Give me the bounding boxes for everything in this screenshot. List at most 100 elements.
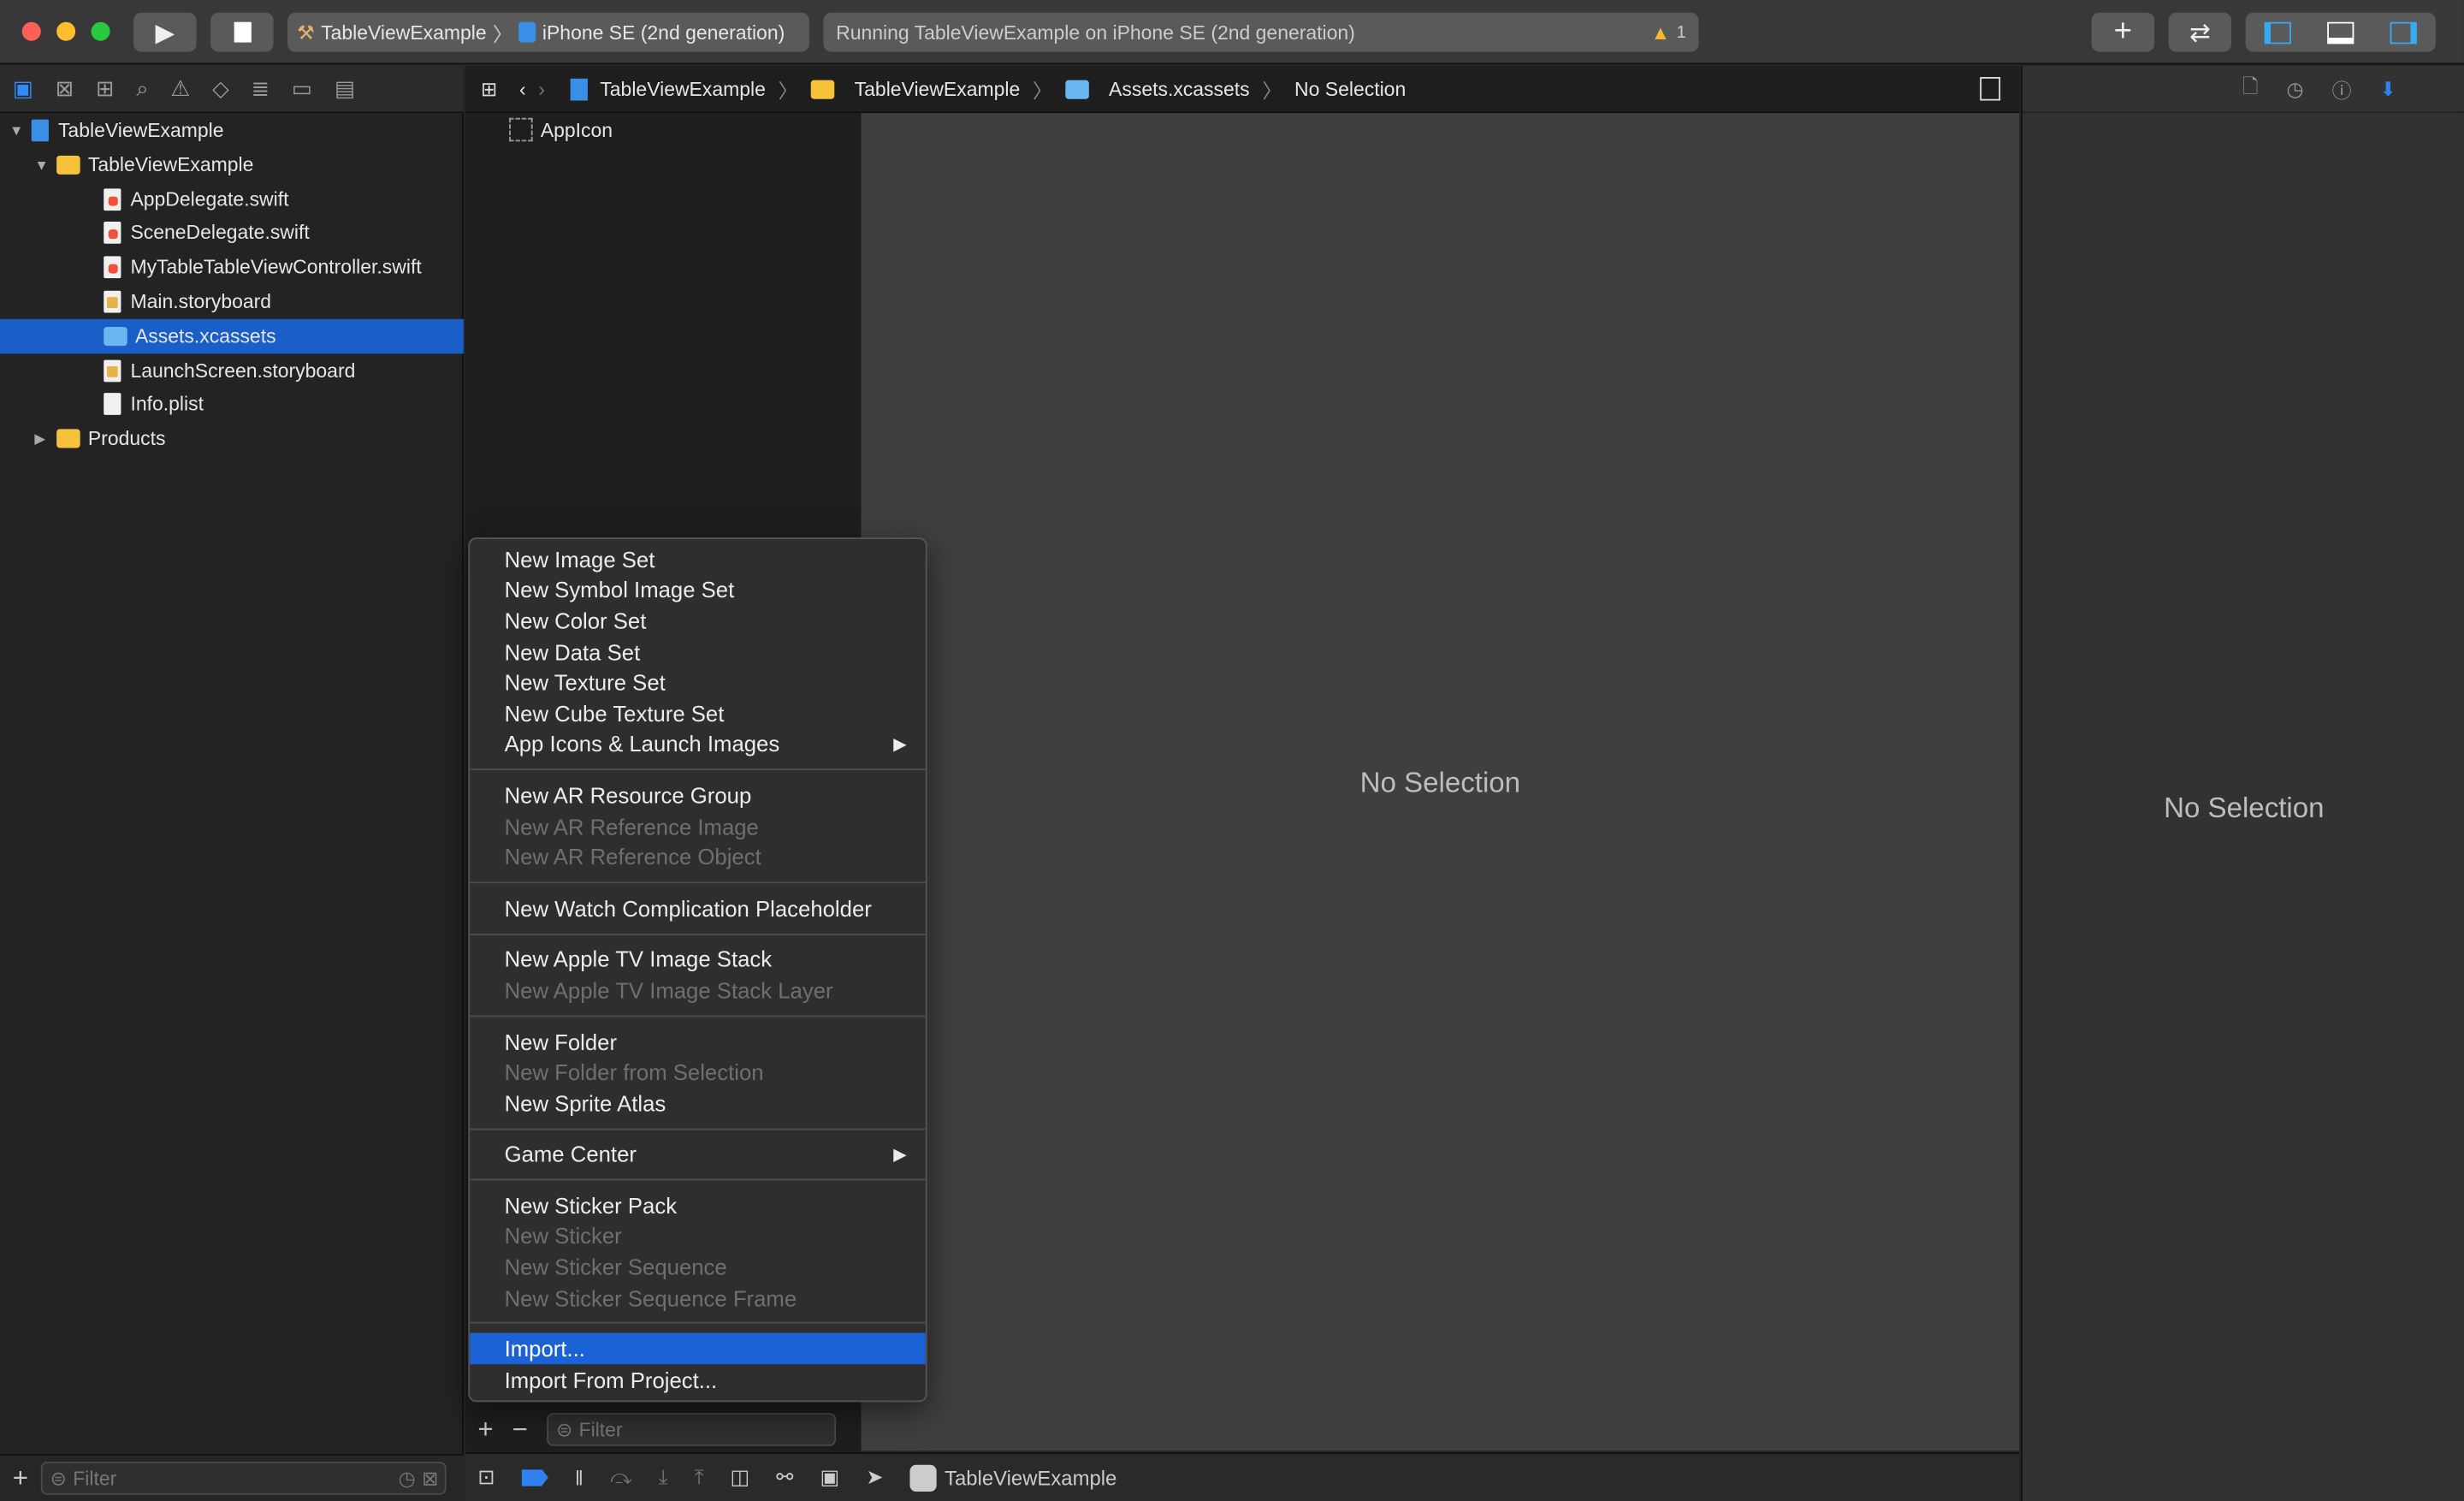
menu-item[interactable]: Game Center ▶ <box>470 1139 926 1170</box>
menu-item-label: New Sticker Pack <box>504 1192 678 1219</box>
asset-item-appicon[interactable]: AppIcon <box>509 117 613 142</box>
navigator-item[interactable]: Assets.xcassets <box>0 318 464 353</box>
menu-item-label: Import From Project... <box>504 1367 718 1393</box>
navigator-item[interactable]: AppDelegate.swift <box>0 181 464 216</box>
add-icon[interactable]: + <box>13 1462 28 1494</box>
library-button[interactable]: + <box>2091 12 2155 52</box>
navigator-item-label: TableViewExample <box>87 153 254 176</box>
menu-item[interactable]: New Watch Complication Placeholder <box>470 893 926 923</box>
menu-item[interactable]: New Data Set <box>470 636 926 667</box>
xcode-window: ▶ ⚒ TableViewExample 〉 iPhone SE (2nd gen… <box>0 0 2464 1501</box>
zoom-button[interactable] <box>91 21 110 41</box>
add-editor-icon[interactable] <box>1980 76 2001 101</box>
menu-item[interactable]: New Color Set <box>470 605 926 636</box>
project-navigator-icon[interactable]: ▣ <box>13 75 33 102</box>
breakpoints-toggle-icon[interactable] <box>521 1468 548 1486</box>
menu-item[interactable]: New Sticker Pack <box>470 1190 926 1221</box>
inspector-panel: 🗋 ◷ ⓘ ⬇ No Selection <box>2020 66 2464 1501</box>
menu-item-label: New Color Set <box>504 608 647 634</box>
pause-icon[interactable]: ‖ <box>575 1466 583 1490</box>
debug-navigator-icon[interactable]: ≣ <box>252 75 270 102</box>
menu-item[interactable]: New Image Set <box>470 543 926 574</box>
menu-item-label: New Sticker <box>504 1223 622 1249</box>
navigator-item-label: Assets.xcassets <box>134 324 276 347</box>
breakpoint-icon[interactable]: ▭ <box>292 75 312 102</box>
swift-file-icon <box>104 256 121 279</box>
find-icon[interactable]: ⌕ <box>136 75 148 102</box>
disclosure-expanded-icon[interactable]: ▼ <box>34 157 50 172</box>
close-button[interactable] <box>21 21 41 41</box>
minimize-button[interactable] <box>56 21 76 41</box>
navigator-item[interactable]: SceneDelegate.swift <box>0 216 464 250</box>
breadcrumb-project[interactable]: TableViewExample <box>600 78 766 100</box>
menu-item[interactable]: New Cube Texture Set <box>470 697 926 728</box>
forward-icon[interactable]: › <box>538 78 545 100</box>
recent-files-icon[interactable]: ◷ <box>399 1467 416 1490</box>
breadcrumb-selection[interactable]: No Selection <box>1294 78 1406 100</box>
toggle-debug-area-icon[interactable] <box>2327 21 2354 44</box>
navigator-item[interactable]: ▶ Products <box>0 422 464 456</box>
scheme-selector[interactable]: ⚒ TableViewExample 〉 iPhone SE (2nd gener… <box>287 12 809 52</box>
memory-graph-icon[interactable]: ⚯ <box>776 1465 793 1490</box>
menu-item[interactable]: New Symbol Image Set <box>470 574 926 605</box>
test-icon[interactable]: ◇ <box>212 75 229 102</box>
add-asset-icon[interactable]: + <box>477 1414 493 1445</box>
asset-filter-input[interactable]: ⊜ Filter <box>546 1413 836 1446</box>
navigator-filter-input[interactable]: ⊜ Filter ◷ ⊠ <box>40 1462 447 1495</box>
debug-target[interactable]: TableViewExample <box>909 1463 1116 1492</box>
warning-count[interactable]: 1 <box>1677 23 1686 42</box>
file-inspector-icon[interactable]: 🗋 <box>2242 72 2258 105</box>
issue-icon[interactable]: ⚠ <box>170 75 190 102</box>
toggle-navigator-icon[interactable] <box>2264 21 2291 44</box>
disclosure-expanded-icon[interactable]: ▼ <box>9 122 25 138</box>
filter-icon: ⊜ <box>50 1468 67 1491</box>
hide-debug-area-icon[interactable]: ⊡ <box>477 1465 495 1490</box>
navigator-item-label: Info.plist <box>130 393 204 416</box>
navigator-item[interactable]: ▼ TableViewExample <box>0 113 464 147</box>
scheme-name[interactable]: TableViewExample <box>321 21 487 44</box>
location-icon[interactable]: ➤ <box>866 1465 883 1490</box>
navigator-item[interactable]: Info.plist <box>0 388 464 422</box>
back-icon[interactable]: ‹ <box>519 78 526 100</box>
navigator-item[interactable]: LaunchScreen.storyboard <box>0 353 464 388</box>
help-inspector-icon[interactable]: ⓘ <box>2332 74 2352 104</box>
menu-item[interactable]: New Apple TV Image Stack <box>470 944 926 975</box>
breadcrumb-assets[interactable]: Assets.xcassets <box>1109 78 1250 100</box>
menu-item[interactable]: App Icons & Launch Images ▶ <box>470 728 926 759</box>
navigator-item[interactable]: ▼ TableViewExample <box>0 147 464 181</box>
related-items-icon[interactable]: ⊞ <box>481 77 497 101</box>
breadcrumb-group[interactable]: TableViewExample <box>855 78 1021 100</box>
remove-asset-icon[interactable]: − <box>512 1414 528 1445</box>
filter-placeholder: Filter <box>73 1467 117 1490</box>
step-into-icon[interactable]: ⤓ <box>659 1465 668 1490</box>
view-hierarchy-icon[interactable]: ◫ <box>730 1465 749 1490</box>
step-over-icon[interactable]: ⤼ <box>610 1465 632 1490</box>
attributes-inspector-icon[interactable]: ⬇ <box>2380 77 2396 101</box>
warning-icon[interactable]: ▲ <box>1650 21 1670 44</box>
menu-item[interactable]: Import... <box>470 1333 926 1365</box>
toggle-inspector-icon[interactable] <box>2390 21 2418 44</box>
report-icon[interactable]: ▤ <box>335 75 355 102</box>
step-out-icon[interactable]: ⤒ <box>695 1465 704 1490</box>
menu-item[interactable]: New Texture Set <box>470 667 926 697</box>
environment-overrides-icon[interactable]: ▣ <box>820 1465 840 1490</box>
navigator-item[interactable]: MyTableTableViewController.swift <box>0 250 464 284</box>
swift-file-icon <box>104 187 121 211</box>
menu-item[interactable]: New AR Resource Group <box>470 780 926 810</box>
disclosure-collapsed-icon[interactable]: ▶ <box>34 430 50 448</box>
symbol-navigator-icon[interactable]: ⊞ <box>96 75 115 102</box>
menu-item[interactable]: New Sprite Atlas <box>470 1088 926 1118</box>
run-button[interactable]: ▶ <box>133 12 197 52</box>
navigator-item[interactable]: Main.storyboard <box>0 284 464 318</box>
device-name[interactable]: iPhone SE (2nd generation) <box>542 21 785 44</box>
scm-filter-icon[interactable]: ⊠ <box>422 1467 438 1490</box>
history-inspector-icon[interactable]: ◷ <box>2287 77 2304 101</box>
menu-separator <box>470 1322 926 1325</box>
folder-icon <box>810 79 834 98</box>
menu-item[interactable]: Import From Project... <box>470 1364 926 1395</box>
source-control-icon[interactable]: ⊠ <box>56 75 74 102</box>
menu-item[interactable]: New Folder <box>470 1026 926 1057</box>
stop-button[interactable] <box>210 12 274 52</box>
code-review-button[interactable]: ⇄ <box>2168 12 2232 52</box>
menu-item-label: New AR Reference Image <box>504 813 759 839</box>
